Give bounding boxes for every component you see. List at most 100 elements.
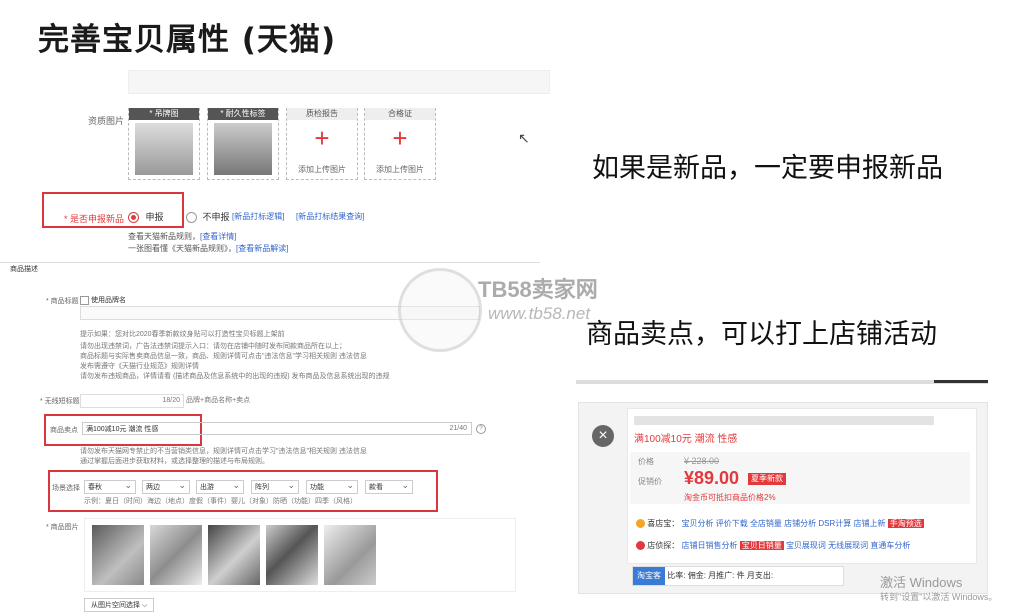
image-slot-certificate[interactable]: 合格证 + 添加上传图片 [364,108,436,180]
product-thumb[interactable] [266,525,318,585]
divider [0,262,540,263]
card-top-bar [576,380,988,384]
hint-line: 请勿发布违规商品，详情请看 (描述商品及信息系统中的出现的违规) 发布商品及信息… [80,373,390,380]
image-slot-durability[interactable]: * 耐久性标签 [207,108,279,180]
short-title-label: * 无线短标题 [40,398,80,405]
selling-point-value: 满100减10元 潮流 性感 [86,426,159,433]
mouse-cursor-icon: ↖ [518,130,530,146]
short-title-suffix: 品牌+商品名称+卖点 [186,397,251,404]
page-title: 完善宝贝属性 (天猫) [38,22,337,58]
hint-line: 请勿发布天猫网专禁止的不当营销类信息，规则详情可点击学习"违法信息"相关规则 违… [80,448,367,455]
radio-unchecked-icon [186,212,197,224]
close-icon[interactable]: × [592,425,614,447]
tool-label: 喜店宝： [647,519,680,528]
selling-hints: 请勿发布天猫网专禁止的不当营销类信息，规则详情可点击学习"违法信息"相关规则 违… [80,447,500,467]
monthly-spend-label: 月支出: [746,571,774,580]
original-price: ¥ 228.00 [684,456,720,466]
attr-select-function[interactable]: 功能 [306,478,358,494]
attr-select-place[interactable]: 两边 [142,478,190,494]
radio-declare-label: 申报 [145,212,164,222]
add-plus-icon: + [392,123,408,153]
promo-price-label: 促销价 [638,477,662,486]
add-image-text: 添加上传图片 [376,165,424,174]
product-thumb[interactable] [92,525,144,585]
tool2-label: 店侦探： [647,541,680,550]
detective-icon [636,541,645,551]
tool2-link-highlight[interactable]: 宝贝日销量 [739,541,784,550]
attr-select-event[interactable]: 出游 [196,478,244,494]
new-rule-link[interactable]: [查看详情] [200,232,236,241]
tool-bar-2: 店侦探： 店铺日销售分析 宝贝日销量 宝贝展现词 无线展现词 直通车分析 [636,540,910,551]
tool2-link[interactable]: 店铺日销售分析 [681,541,737,550]
attributes-example: 示例：夏日（时间）海边（地点）度假（事件）婴儿（对象）防晒（功能）四季（风格） [84,498,357,505]
image-slot-inspection[interactable]: 质检报告 + 添加上传图片 [286,108,358,180]
checkbox-icon [80,295,89,305]
selling-point-label: 商品卖点 [50,427,78,434]
promo-price: ¥89.00 [684,468,740,488]
product-thumb[interactable] [208,525,260,585]
slot-caption: * 吊牌图 [129,108,199,120]
tool-bar-1: 喜店宝： 宝贝分析 评价下载 全店销量 店铺分析 DSR计算 店铺上新 手淘预选 [636,518,924,529]
short-title-input[interactable]: 18/20 [80,394,184,408]
product-images-label: * 商品图片 [46,524,79,531]
add-plus-icon: + [314,123,330,153]
new-product-result-link[interactable]: [新品打标结果查询] [296,211,364,222]
add-image-text: 添加上传图片 [298,165,346,174]
radio-checked-icon [128,212,139,224]
hint-line: 发布需遵守《天猫行业规范》规则详情 [80,363,199,370]
product-thumb[interactable] [150,525,202,585]
price-area [630,452,970,504]
use-brand-label: 使用品牌名 [90,297,126,304]
new-guide-text: 一张图看懂《天猫新品规则》， [128,244,236,253]
annotation-new-product: 如果是新品，一定要申报新品 [592,153,943,184]
attr-select-style[interactable]: 款看 [365,478,413,494]
unit-label: 件 [736,571,745,580]
image-slot-hangtag[interactable]: * 吊牌图 [128,108,200,180]
monthly-promo-label: 月推广: [708,571,735,580]
new-product-logic-link[interactable]: [新品打标逻辑] [232,211,284,222]
ratio-label: 比率: [667,571,686,580]
promo-text: 满100减10元 潮流 性感 [634,434,738,445]
tool2-link[interactable]: 宝贝展现词 [786,541,826,550]
windows-activation-title: 激活 Windows [880,575,963,590]
tool-link[interactable]: 全店销量 [750,519,782,528]
tool-link-highlight[interactable]: 手淘预选 [887,519,924,528]
attr-select-season[interactable]: 春秋 [84,478,136,494]
help-icon[interactable]: ? [476,424,486,434]
tool-link[interactable]: 店铺上新 [854,519,886,528]
new-rule-guide: 一张图看懂《天猫新品规则》，[查看新品解读] [128,243,288,254]
hint-line: 通过掌握后面进步获取材料，或选择整理的描述与布局规则。 [80,458,269,465]
radio-not-declare-label: 不申报 [202,212,230,222]
price-note: 淘金币可抵扣商品价格2% [684,493,776,502]
price-label: 价格 [638,457,654,466]
new-guide-link[interactable]: [查看新品解读] [236,244,288,253]
selling-point-input[interactable]: 满100减10元 潮流 性感 21/40 [82,422,472,435]
tool-link[interactable]: 店铺分析 [784,519,816,528]
slot-caption: 合格证 [365,108,435,120]
tool2-link[interactable]: 直通车分析 [870,541,910,550]
annotation-selling-point: 商品卖点，可以打上店铺活动 [586,319,937,350]
top-input-band [128,70,550,94]
new-rule-note: 查看天猫新品规则，[查看详情] [128,231,236,242]
hint-line: 商品标题与实际售卖商品信息一致，商品、规则详情可点击"违法信息"学习相关规则 违… [80,353,367,360]
tool-link[interactable]: 宝贝分析 [681,519,713,528]
commission-label: 佣金: [687,571,706,580]
tool-link[interactable]: 评价下载 [716,519,748,528]
blurred-title [634,416,934,425]
product-thumb[interactable] [324,525,376,585]
watermark-logo-icon [398,268,482,352]
selling-point-count: 21/40 [449,425,467,432]
tool2-link[interactable]: 无线展现词 [828,541,868,550]
section-title: 商品描述 [10,266,38,273]
slot-caption: 质检报告 [287,108,357,120]
slot-caption: * 耐久性标签 [208,108,278,120]
radio-declare[interactable]: 申报 [128,210,164,224]
watermark-url: www.tb58.net [488,304,591,323]
use-brand-option[interactable]: 使用品牌名 [80,295,126,305]
qualification-label: 资质图片 [88,116,125,126]
taobaoke-tag[interactable]: 淘宝客 [633,567,665,585]
radio-not-declare[interactable]: 不申报 [186,210,230,224]
attr-select-object[interactable]: 阵列 [251,478,299,494]
price-tag: 夏季新款 [748,473,786,485]
tool-link[interactable]: DSR计算 [818,519,851,528]
